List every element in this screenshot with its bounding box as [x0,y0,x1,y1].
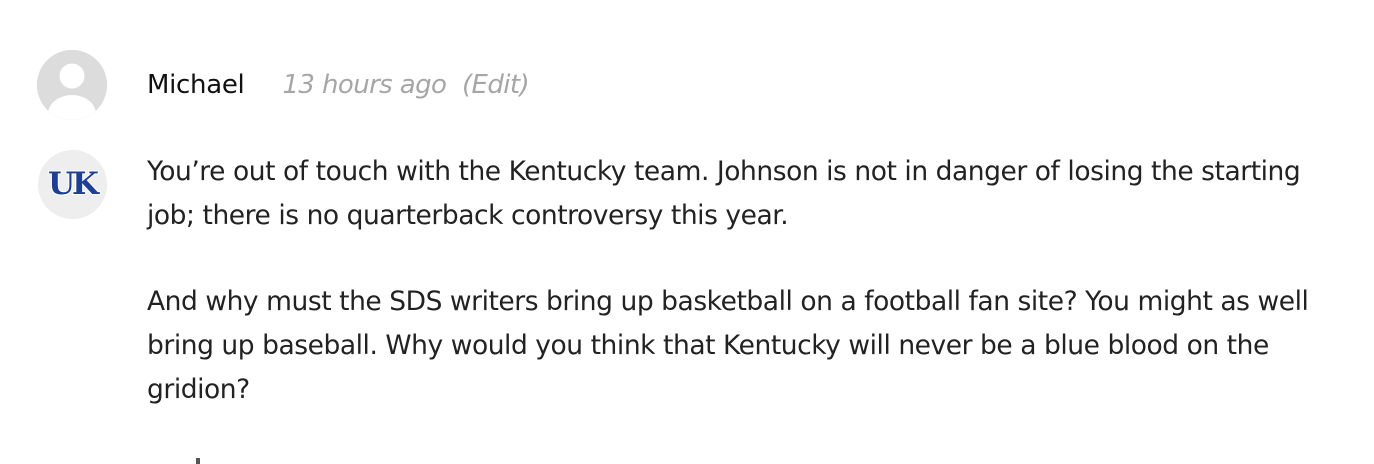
uk-logo-text: UK [48,166,100,202]
comment-paragraph-1: You’re out of touch with the Kentucky te… [147,156,1301,231]
team-logo-avatar: UK [38,150,107,219]
comment-timestamp[interactable]: 13 hours ago [282,70,446,100]
edit-link[interactable]: (Edit) [462,70,530,100]
comment-paragraph-2: And why must the SDS writers bring up ba… [147,286,1309,405]
default-user-avatar [37,50,107,120]
partial-next-element [196,458,200,464]
default-user-icon [37,50,107,120]
comment-meta: Michael 13 hours ago (Edit) [147,67,530,103]
kentucky-logo-icon: UK [38,150,107,219]
comment-body: You’re out of touch with the Kentucky te… [147,150,1337,412]
comment-author-name[interactable]: Michael [147,70,245,100]
comment-meta-info: 13 hours ago (Edit) [282,70,529,100]
